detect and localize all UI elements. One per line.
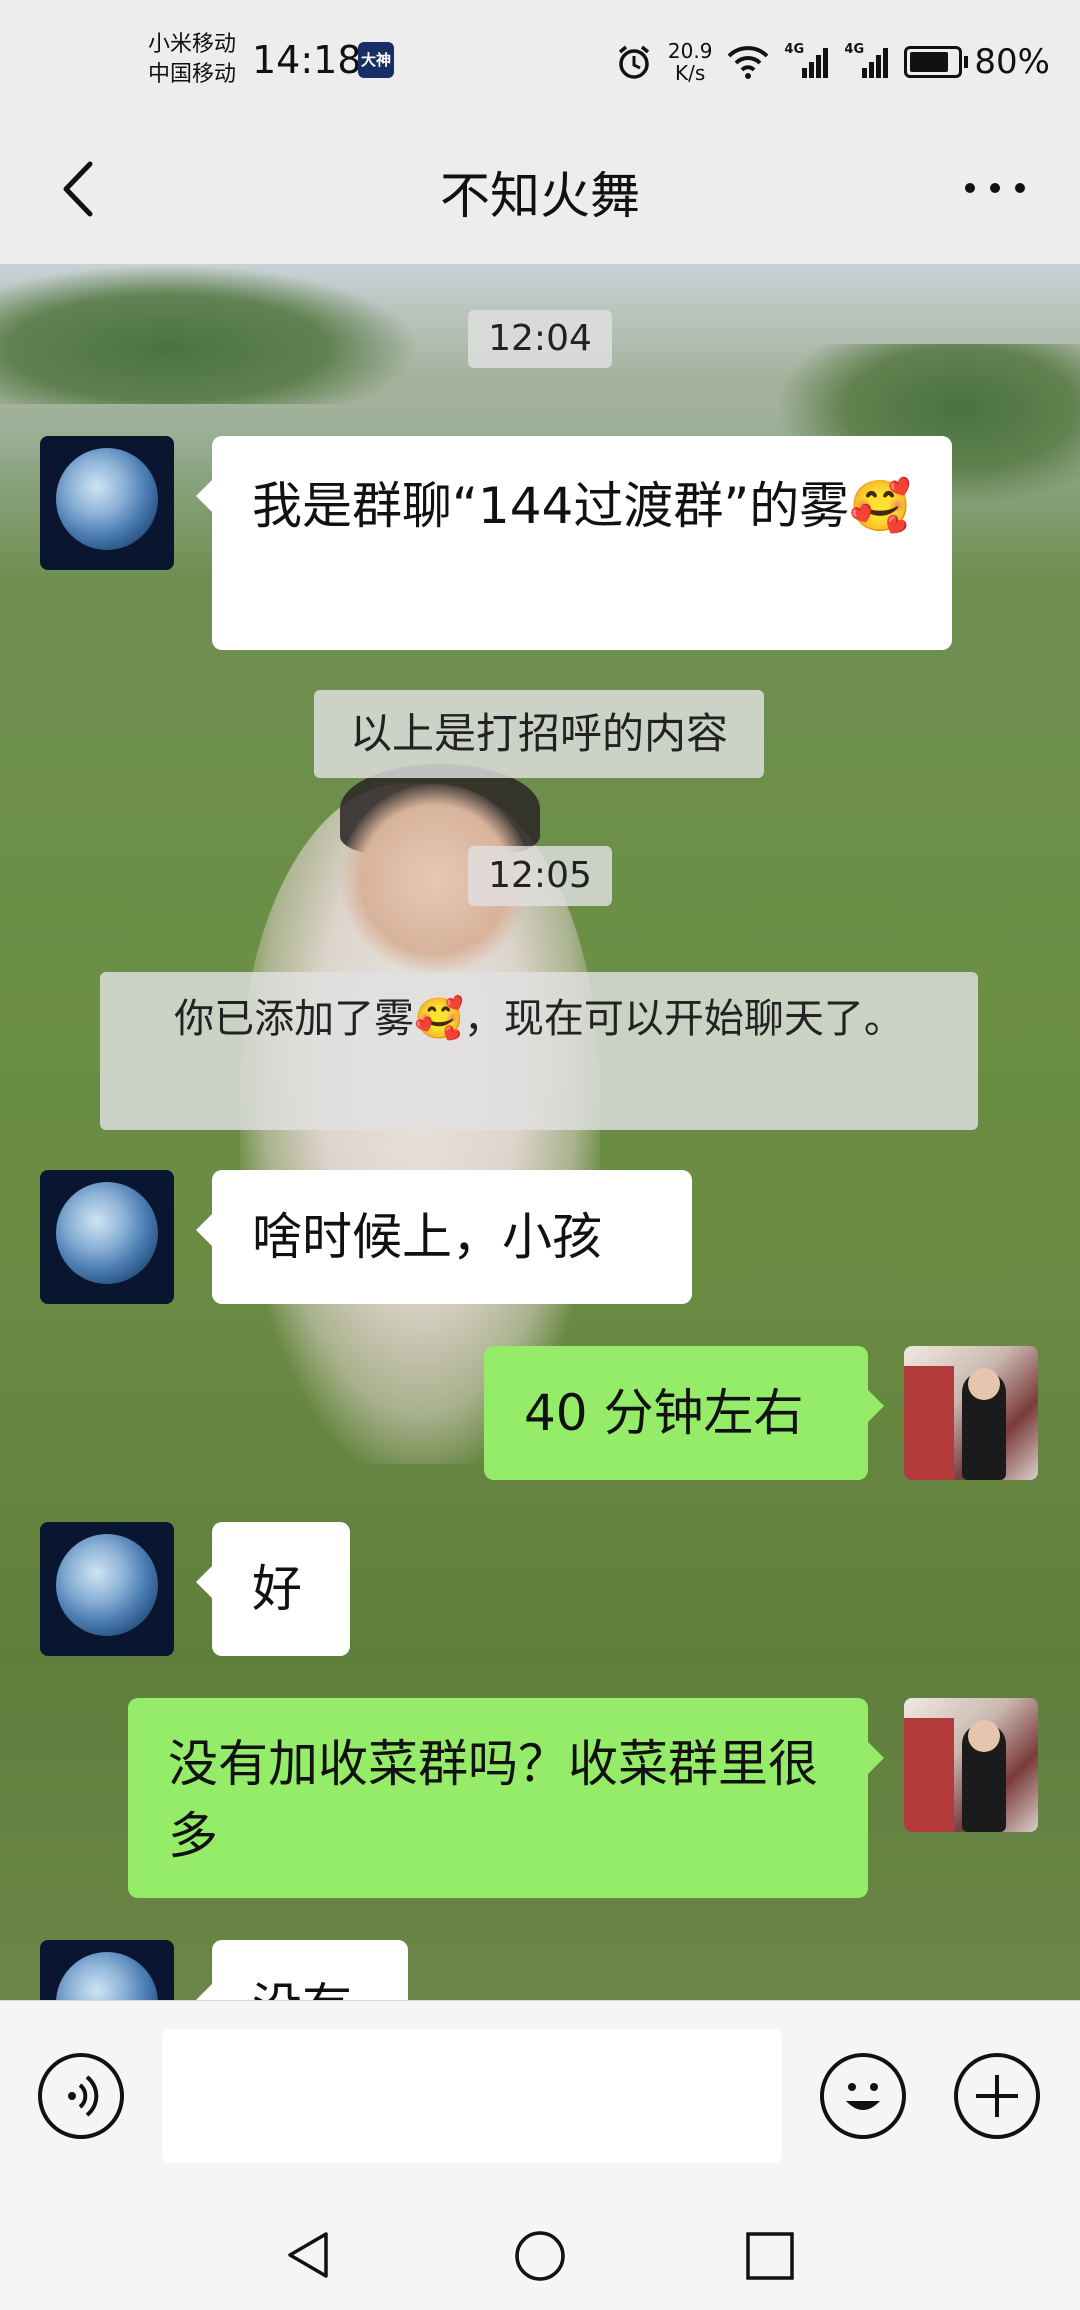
- emoji-button[interactable]: [820, 2053, 906, 2139]
- carrier-line-1: 小米移动: [148, 32, 237, 57]
- message-text: 啥时候上，小孩: [252, 1208, 602, 1266]
- message-bubble[interactable]: 好: [196, 1522, 350, 1656]
- voice-icon: [68, 2075, 99, 2117]
- network-speed: 20.9 K/s: [668, 40, 713, 84]
- nav-back-icon[interactable]: [282, 2228, 336, 2282]
- my-message-bubble[interactable]: 40 分钟左右: [484, 1346, 884, 1480]
- chat-area[interactable]: 12:04 我是群聊“144过渡群”的雾🥰 以上是打招呼的内容 12:05 你已…: [0, 264, 1080, 2000]
- network-speed-value: 20.9: [667, 39, 713, 63]
- message-input[interactable]: [162, 2029, 782, 2163]
- my-avatar[interactable]: [904, 1698, 1038, 1832]
- message-text: 没有: [252, 1978, 352, 2000]
- system-message: 你已添加了雾🥰，现在可以开始聊天了。: [100, 972, 978, 1130]
- chat-header: 不知火舞: [0, 118, 1080, 264]
- clock: 14:18: [252, 38, 362, 82]
- wifi-icon: [728, 46, 769, 79]
- battery-icon: [904, 46, 963, 78]
- carrier-line-2: 中国移动: [148, 62, 237, 87]
- battery-percent: 80%: [974, 42, 1050, 82]
- battery-indicator: 80%: [904, 42, 1050, 82]
- status-bar: 小米移动 中国移动 14:18 大神 20.9 K/s 4G 4G 80%: [0, 0, 1080, 118]
- message-text: 好: [252, 1560, 302, 1618]
- contact-avatar[interactable]: [40, 1940, 174, 2000]
- my-message-bubble[interactable]: 没有加收菜群吗？收菜群里很多: [128, 1698, 884, 1898]
- nav-home-icon[interactable]: [512, 2228, 568, 2284]
- dashen-app-icon: 大神: [358, 42, 394, 78]
- signal-strength-1-icon: 4G: [784, 42, 830, 82]
- plus-icon: [976, 2075, 1018, 2117]
- more-options-button[interactable]: [960, 168, 1030, 208]
- system-navigation-bar: [0, 2200, 1080, 2310]
- signal-strength-2-icon: 4G: [844, 42, 890, 82]
- nav-recents-icon[interactable]: [744, 2230, 796, 2282]
- message-bubble[interactable]: 我是群聊“144过渡群”的雾🥰: [196, 436, 952, 650]
- more-dots-icon: [965, 183, 1025, 193]
- timestamp: 12:05: [468, 846, 612, 906]
- carrier-info: 小米移动 中国移动: [148, 30, 236, 90]
- message-text: 没有加收菜群吗？收菜群里很多: [168, 1735, 818, 1865]
- voice-button[interactable]: [38, 2053, 124, 2139]
- plus-button[interactable]: [954, 2053, 1040, 2139]
- timestamp: 12:04: [468, 310, 612, 368]
- message-bubble[interactable]: 没有: [196, 1940, 408, 2000]
- message-text: 40 分钟左右: [524, 1384, 804, 1442]
- system-message: 以上是打招呼的内容: [314, 690, 764, 778]
- contact-avatar[interactable]: [40, 436, 174, 570]
- contact-avatar[interactable]: [40, 1522, 174, 1656]
- system-message-text: 你已添加了雾🥰，现在可以开始聊天了。: [174, 996, 904, 1042]
- alarm-icon: [618, 45, 650, 79]
- emoji-icon: [846, 2083, 880, 2110]
- message-bubble[interactable]: 啥时候上，小孩: [196, 1170, 692, 1304]
- my-avatar[interactable]: [904, 1346, 1038, 1480]
- status-icons: 20.9 K/s 4G 4G 80%: [614, 32, 1050, 92]
- contact-avatar[interactable]: [40, 1170, 174, 1304]
- message-text: 我是群聊“144过渡群”的雾🥰: [252, 477, 912, 535]
- network-speed-unit: K/s: [675, 61, 706, 85]
- chat-title: 不知火舞: [440, 167, 640, 225]
- input-bar: [0, 2000, 1080, 2201]
